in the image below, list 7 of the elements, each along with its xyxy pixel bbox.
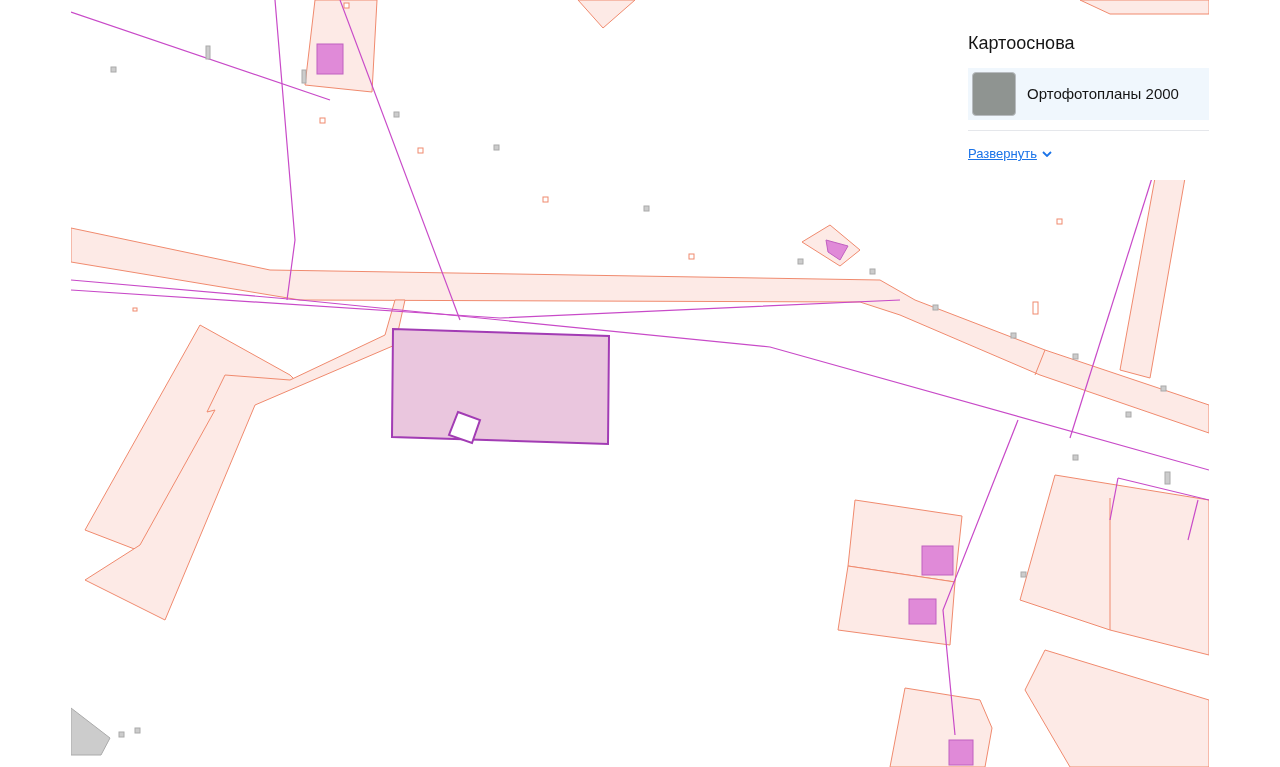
- basemap-layer-item[interactable]: Ортофотопланы 2000: [968, 68, 1209, 120]
- expand-link[interactable]: Развернуть: [968, 144, 1037, 164]
- cadastral-map-drawing[interactable]: [71, 0, 1209, 767]
- panel-title: Картооснова: [968, 32, 1076, 54]
- aerial-photo-placeholder: [972, 72, 1016, 116]
- layer-label: Ортофотопланы 2000: [1027, 83, 1179, 104]
- chevron-down-icon: [1041, 150, 1052, 157]
